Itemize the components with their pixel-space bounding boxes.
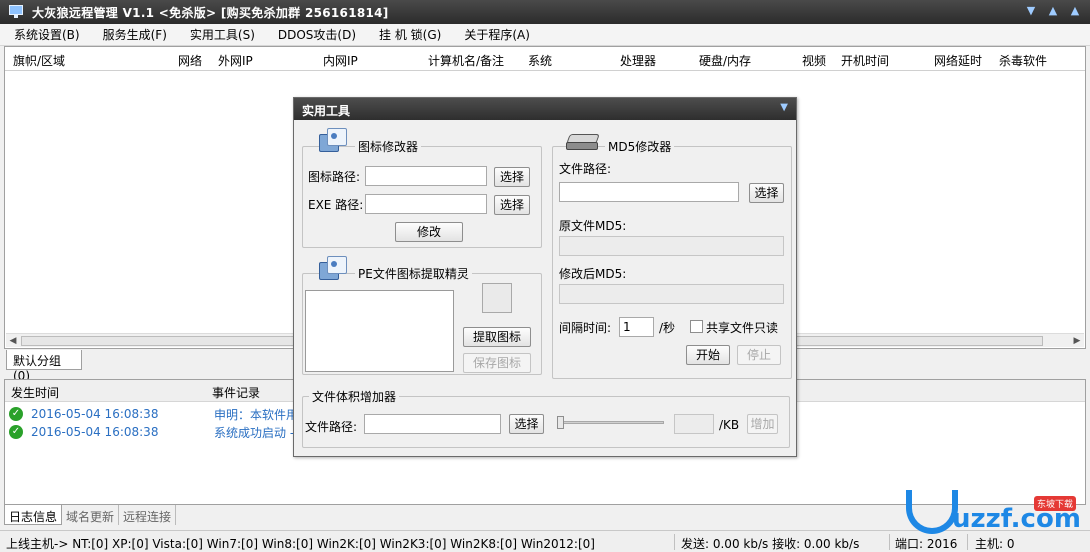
kb-unit: /KB — [719, 418, 740, 432]
menu-hang-lock[interactable]: 挂 机 锁(G) — [379, 26, 452, 43]
pe-extractor-legend: PE文件图标提取精灵 — [355, 265, 472, 282]
log-event: 系统成功启动 - — [214, 425, 295, 440]
chevron-down-icon[interactable]: ▼ — [780, 102, 788, 113]
minimize-button[interactable]: ▼ — [1024, 4, 1038, 18]
icon-path-select-button[interactable]: 选择 — [494, 167, 530, 187]
column-header-network[interactable]: 网络 — [178, 52, 202, 69]
increase-button[interactable]: 增加 — [747, 414, 778, 434]
column-header-cpu[interactable]: 处理器 — [620, 52, 656, 69]
extract-icon-button[interactable]: 提取图标 — [463, 327, 531, 347]
log-row[interactable]: ✓ 2016-05-04 16:08:38 申明：本软件用 — [9, 405, 298, 423]
column-header-time[interactable]: 发生时间 — [11, 384, 59, 401]
menu-ddos[interactable]: DDOS攻击(D) — [278, 26, 367, 43]
tools-dialog: 实用工具 ▼ 图标修改器 图标路径: 选择 EXE 路径: 选择 修改 PE文件… — [293, 97, 797, 457]
icon-list-box[interactable] — [305, 290, 454, 372]
close-button[interactable]: ▲ — [1068, 4, 1082, 18]
scroll-left-icon[interactable]: ◀ — [7, 335, 19, 347]
monitor-icon — [8, 5, 24, 19]
title-bar: 大灰狼远程管理 V1.1 <免杀版> [购买免杀加群 256161814] ▼ … — [0, 0, 1090, 24]
check-icon: ✓ — [9, 425, 23, 439]
column-header-antivirus[interactable]: 杀毒软件 — [999, 52, 1047, 69]
image-icon — [319, 256, 349, 282]
share-readonly-checkbox[interactable] — [690, 320, 703, 333]
column-header-external-ip[interactable]: 外网IP — [218, 52, 253, 69]
status-divider — [674, 534, 675, 550]
interval-input[interactable]: 1 — [619, 317, 654, 337]
traffic-status: 发送: 0.00 kb/s 接收: 0.00 kb/s — [681, 537, 860, 551]
group-tab-default[interactable]: 默认分组(0) — [6, 350, 82, 383]
log-time: 2016-05-04 16:08:38 — [31, 425, 159, 439]
save-icon-button[interactable]: 保存图标 — [463, 353, 531, 373]
tab-log-info[interactable]: 日志信息 — [4, 505, 63, 525]
start-button[interactable]: 开始 — [686, 345, 730, 365]
icon-path-label: 图标路径: — [308, 170, 361, 184]
status-divider — [967, 534, 968, 550]
watermark-logo: uzzf.com 东坡下载 — [906, 490, 1082, 534]
size-select-button[interactable]: 选择 — [509, 414, 544, 434]
menu-system-settings[interactable]: 系统设置(B) — [14, 26, 91, 43]
md5-file-path-input[interactable] — [559, 182, 739, 202]
md5-select-button[interactable]: 选择 — [749, 183, 784, 203]
size-file-path-label: 文件路径: — [305, 420, 358, 434]
dialog-title-bar: 实用工具 ▼ — [294, 98, 796, 120]
tab-remote-connect[interactable]: 远程连接 — [119, 505, 177, 525]
image-icon — [319, 128, 349, 154]
exe-path-select-button[interactable]: 选择 — [494, 195, 530, 215]
menu-tools[interactable]: 实用工具(S) — [190, 26, 266, 43]
size-increaser-legend: 文件体积增加器 — [309, 388, 400, 405]
bottom-tabs: 日志信息 域名更新 远程连接 — [4, 505, 177, 525]
column-header-os[interactable]: 系统 — [528, 52, 552, 69]
new-md5-label: 修改后MD5: — [559, 267, 627, 281]
host-count-status: 主机: 0 — [975, 537, 1015, 551]
log-event: 申明：本软件用 — [214, 407, 299, 422]
original-md5-field — [559, 236, 784, 256]
exe-path-input[interactable] — [365, 194, 487, 214]
tab-domain-update[interactable]: 域名更新 — [62, 505, 120, 525]
online-hosts-status: 上线主机-> NT:[0] XP:[0] Vista:[0] Win7:[0] … — [6, 537, 595, 551]
column-header-video[interactable]: 视频 — [802, 52, 826, 69]
original-md5-label: 原文件MD5: — [559, 219, 627, 233]
menu-bar: 系统设置(B) 服务生成(F) 实用工具(S) DDOS攻击(D) 挂 机 锁(… — [0, 24, 1090, 46]
md5-file-path-label: 文件路径: — [559, 162, 612, 176]
modify-button[interactable]: 修改 — [395, 222, 463, 242]
log-time: 2016-05-04 16:08:38 — [31, 407, 159, 421]
port-status: 端口: 2016 — [895, 537, 958, 551]
window-controls: ▼ ▲ ▲ — [1024, 4, 1082, 18]
icon-preview — [482, 283, 512, 313]
menu-about[interactable]: 关于程序(A) — [464, 26, 541, 43]
window-title: 大灰狼远程管理 V1.1 <免杀版> [购买免杀加群 256161814] — [32, 5, 389, 20]
icon-path-input[interactable] — [365, 166, 487, 186]
scroll-right-icon[interactable]: ▶ — [1071, 335, 1083, 347]
column-header-computer-name[interactable]: 计算机名/备注 — [428, 52, 504, 69]
size-kb-field — [674, 414, 714, 434]
interval-unit: /秒 — [659, 321, 676, 335]
hard-drive-icon — [566, 134, 600, 152]
share-readonly-label: 共享文件只读 — [706, 321, 779, 335]
logo-mark — [906, 490, 958, 534]
size-slider-track[interactable] — [558, 421, 664, 424]
column-header-boot-time[interactable]: 开机时间 — [841, 52, 889, 69]
interval-label: 间隔时间: — [559, 321, 612, 335]
logo-badge: 东坡下载 — [1034, 496, 1077, 511]
size-slider-thumb[interactable] — [557, 416, 564, 429]
icon-modifier-legend: 图标修改器 — [355, 138, 422, 155]
column-header-flag-region[interactable]: 旗帜/区域 — [13, 52, 65, 69]
log-row[interactable]: ✓ 2016-05-04 16:08:38 系统成功启动 - — [9, 423, 294, 441]
status-divider — [889, 534, 890, 550]
column-header-disk-memory[interactable]: 硬盘/内存 — [699, 52, 751, 69]
column-header-latency[interactable]: 网络延时 — [934, 52, 982, 69]
md5-modifier-legend: MD5修改器 — [605, 138, 675, 155]
stop-button[interactable]: 停止 — [737, 345, 781, 365]
check-icon: ✓ — [9, 407, 23, 421]
host-list-header: 旗帜/区域 网络 外网IP 内网IP 计算机名/备注 系统 处理器 硬盘/内存 … — [5, 47, 1085, 71]
column-header-internal-ip[interactable]: 内网IP — [323, 52, 358, 69]
dialog-title: 实用工具 — [302, 104, 351, 118]
new-md5-field — [559, 284, 784, 304]
restore-button[interactable]: ▲ — [1046, 4, 1060, 18]
menu-build-server[interactable]: 服务生成(F) — [103, 26, 178, 43]
column-header-event[interactable]: 事件记录 — [212, 384, 260, 401]
exe-path-label: EXE 路径: — [308, 198, 364, 212]
size-file-path-input[interactable] — [364, 414, 501, 434]
